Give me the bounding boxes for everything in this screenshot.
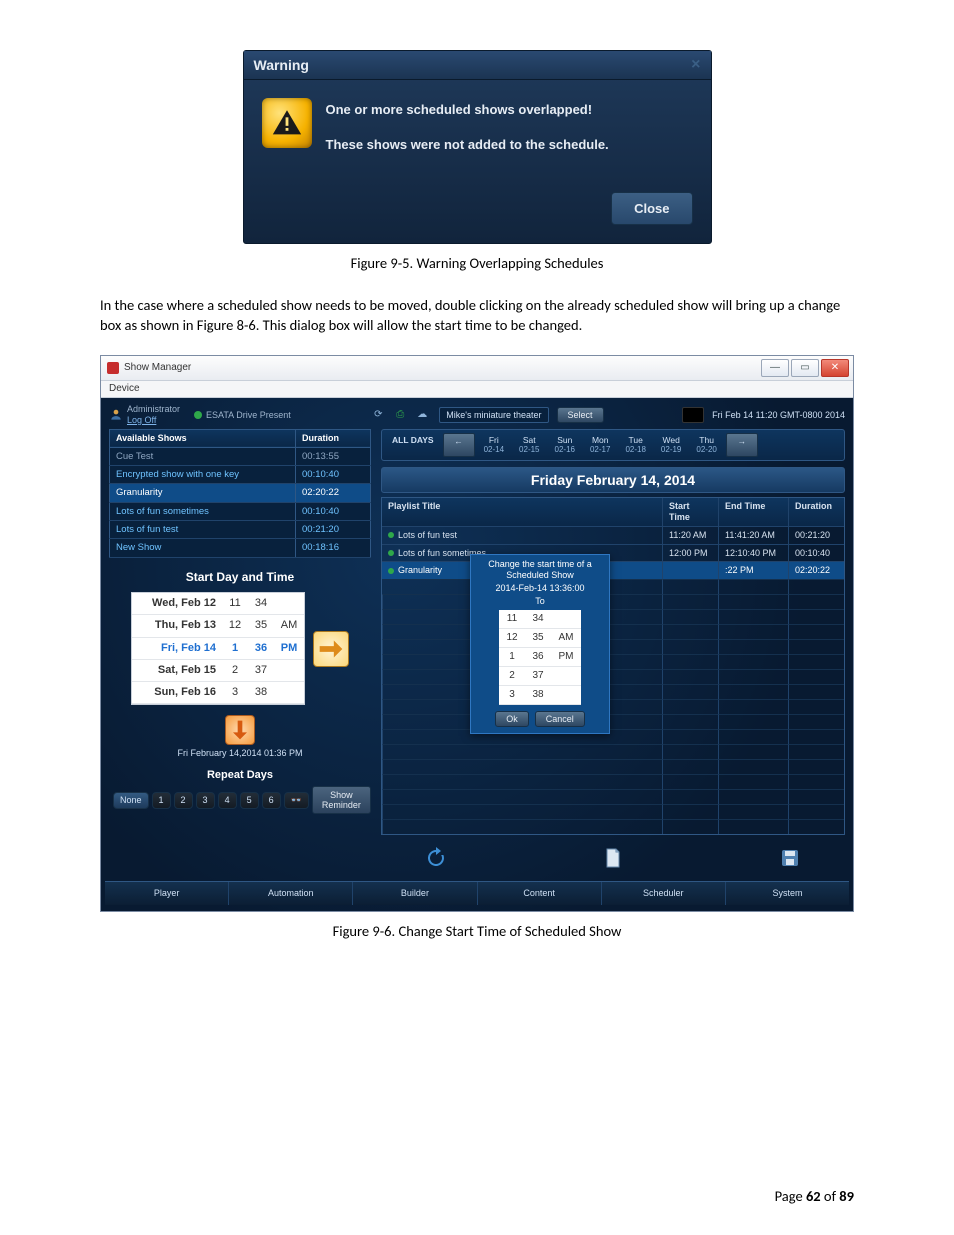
app-icon: [107, 362, 119, 374]
figure-9-5-caption: Figure 9-5. Warning Overlapping Schedule…: [100, 254, 854, 272]
logoff-link[interactable]: Log Off: [127, 415, 180, 426]
navtab-system[interactable]: System: [725, 882, 849, 905]
navtab-player[interactable]: Player: [105, 882, 228, 905]
warning-body: One or more scheduled shows overlapped! …: [244, 80, 711, 182]
glasses-icon[interactable]: 👓: [284, 792, 309, 809]
minimize-button[interactable]: —: [761, 359, 789, 377]
window-title: Show Manager: [124, 362, 191, 374]
tab-day[interactable]: Mon02-17: [584, 433, 616, 457]
window-titlebar: Show Manager — ▭ ✕: [101, 356, 853, 381]
selected-datetime-summary: Fri February 14,2014 01:36 PM: [109, 748, 371, 759]
warning-title: Warning: [254, 57, 309, 73]
show-reminder-button[interactable]: Show Reminder: [312, 786, 371, 814]
bottom-nav: PlayerAutomationBuilderContentSchedulerS…: [105, 881, 849, 905]
col-start-time: Start Time: [662, 498, 718, 526]
schedule-row[interactable]: Granularity:22 PM02:20:22: [382, 561, 844, 579]
table-row[interactable]: Lots of fun test00:21:20: [110, 521, 371, 539]
table-row[interactable]: Cue Test00:13:55: [110, 447, 371, 465]
warning-titlebar: Warning ×: [244, 51, 711, 80]
body-paragraph: In the case where a scheduled show needs…: [100, 296, 854, 335]
refresh-icon[interactable]: [421, 843, 451, 873]
warning-icon: [262, 98, 312, 148]
admin-label: Administrator: [127, 404, 180, 415]
popup-datetime: 2014-Feb-14 13:36:00: [471, 583, 609, 596]
menu-device[interactable]: Device: [101, 381, 853, 398]
warning-msg-1: One or more scheduled shows overlapped!: [326, 102, 609, 117]
start-day-time-heading: Start Day and Time: [109, 570, 371, 584]
close-button[interactable]: Close: [611, 192, 692, 225]
tab-day[interactable]: Thu02-20: [690, 433, 722, 457]
camera-icon[interactable]: [682, 407, 704, 423]
warning-msg-2: These shows were not added to the schedu…: [326, 137, 609, 152]
cloud-icon[interactable]: ☁: [413, 406, 431, 424]
select-button[interactable]: Select: [557, 407, 604, 423]
start-day-time-picker[interactable]: Wed, Feb 121134Thu, Feb 131235AMFri, Feb…: [131, 592, 305, 705]
popup-cancel-button[interactable]: Cancel: [535, 711, 585, 727]
tab-all-days[interactable]: ALL DAYS: [386, 433, 440, 457]
tab-day[interactable]: Sun02-16: [549, 433, 581, 457]
available-shows-table: Available Shows Duration Cue Test00:13:5…: [109, 429, 371, 558]
app-topbar: Administrator Log Off ESATA Drive Presen…: [105, 401, 849, 429]
sync-icon[interactable]: ⟳: [369, 406, 387, 424]
tab-day[interactable]: Tue02-18: [619, 433, 651, 457]
day-banner: Friday February 14, 2014: [381, 467, 845, 494]
day-tabs: ALL DAYS←Fri02-14Sat02-15Sun02-16Mon02-1…: [381, 429, 845, 461]
tab-next[interactable]: →: [726, 433, 758, 457]
maximize-button[interactable]: ▭: [791, 359, 819, 377]
table-row[interactable]: Lots of fun sometimes00:10:40: [110, 502, 371, 520]
navtab-scheduler[interactable]: Scheduler: [601, 882, 725, 905]
page-footer: Page 62 of 89: [775, 1187, 854, 1205]
popup-to-label: To: [471, 596, 609, 611]
table-row[interactable]: Granularity02:20:22: [110, 484, 371, 502]
save-icon[interactable]: [775, 843, 805, 873]
col-available-shows: Available Shows: [110, 429, 296, 447]
print-icon[interactable]: ⎙: [391, 406, 409, 424]
close-icon[interactable]: ×: [691, 57, 700, 73]
tab-day[interactable]: Wed02-19: [655, 433, 687, 457]
table-row[interactable]: Encrypted show with one key00:10:40: [110, 465, 371, 483]
drive-status-icon: [194, 411, 202, 419]
tab-day[interactable]: Fri02-14: [478, 433, 510, 457]
repeat-pill[interactable]: None: [113, 792, 149, 809]
repeat-pill[interactable]: 5: [240, 792, 259, 809]
tab-day[interactable]: Sat02-15: [513, 433, 545, 457]
warning-dialog: Warning × One or more scheduled shows ov…: [243, 50, 712, 244]
window-close-button[interactable]: ✕: [821, 359, 849, 377]
change-start-time-popup: Change the start time of a Scheduled Sho…: [470, 554, 610, 734]
repeat-days-heading: Repeat Days: [109, 769, 371, 782]
schedule-row[interactable]: Lots of fun sometimes12:00 PM12:10:40 PM…: [382, 544, 844, 562]
popup-time-picker[interactable]: 11341235AM136PM237338: [499, 610, 581, 705]
theater-field: Mike's miniature theater: [439, 407, 548, 424]
navtab-automation[interactable]: Automation: [228, 882, 352, 905]
show-manager-window: Show Manager — ▭ ✕ Device Administrator …: [100, 355, 854, 912]
repeat-pill[interactable]: 1: [152, 792, 171, 809]
popup-title: Change the start time of a Scheduled Sho…: [471, 555, 609, 583]
figure-9-6-caption: Figure 9-6. Change Start Time of Schedul…: [100, 922, 854, 940]
col-duration: Duration: [296, 429, 371, 447]
user-icon: [109, 406, 123, 424]
repeat-pill[interactable]: 4: [218, 792, 237, 809]
assign-arrow-button[interactable]: [313, 631, 349, 667]
schedule-table: Playlist Title Start Time End Time Durat…: [381, 497, 845, 835]
col-playlist-title: Playlist Title: [382, 498, 662, 526]
drive-label: ESATA Drive Present: [206, 410, 291, 421]
navtab-builder[interactable]: Builder: [352, 882, 476, 905]
popup-ok-button[interactable]: Ok: [495, 711, 529, 727]
table-row[interactable]: New Show00:18:16: [110, 539, 371, 557]
col-end-time: End Time: [718, 498, 788, 526]
document-icon[interactable]: [598, 843, 628, 873]
down-arrow-button[interactable]: [225, 715, 255, 745]
schedule-row[interactable]: Lots of fun test11:20 AM11:41:20 AM00:21…: [382, 526, 844, 544]
col-duration: Duration: [788, 498, 844, 526]
repeat-pill[interactable]: 6: [262, 792, 281, 809]
tab-prev[interactable]: ←: [443, 433, 475, 457]
repeat-pill[interactable]: 2: [174, 792, 193, 809]
topbar-datetime: Fri Feb 14 11:20 GMT-0800 2014: [712, 410, 845, 421]
repeat-pill[interactable]: 3: [196, 792, 215, 809]
navtab-content[interactable]: Content: [477, 882, 601, 905]
